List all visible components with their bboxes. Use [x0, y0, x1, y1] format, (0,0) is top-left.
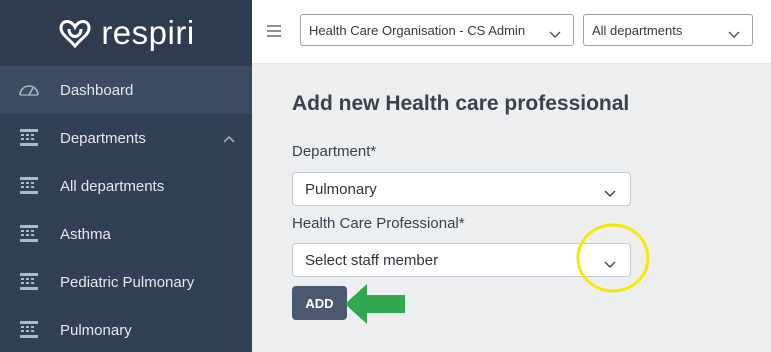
hamburger-menu-icon[interactable] [267, 24, 281, 37]
chevron-down-icon [549, 26, 561, 38]
organisation-select-value: Health Care Organisation - CS Admin [309, 22, 526, 38]
sidebar-item-pediatric-pulmonary[interactable]: Pediatric Pulmonary [0, 258, 252, 306]
sidebar-item-pulmonary[interactable]: Pulmonary [0, 306, 252, 352]
department-select-value: Pulmonary [305, 180, 377, 198]
building-icon [18, 320, 40, 340]
building-icon [18, 128, 40, 148]
building-icon [18, 224, 40, 244]
sidebar-item-departments[interactable]: Departments [0, 114, 252, 162]
department-select[interactable]: Pulmonary [292, 172, 631, 206]
add-button[interactable]: ADD [292, 286, 347, 320]
topbar: Health Care Organisation - CS Admin All … [252, 0, 771, 64]
speedometer-icon [18, 80, 40, 100]
sidebar-item-asthma[interactable]: Asthma [0, 210, 252, 258]
organisation-select[interactable]: Health Care Organisation - CS Admin [300, 14, 574, 46]
sidebar-item-dashboard[interactable]: Dashboard [0, 66, 252, 114]
respiri-logo-icon [57, 17, 93, 49]
sidebar-item-label: Dashboard [60, 81, 134, 99]
building-icon [18, 272, 40, 292]
hcp-label: Health Care Professional* [292, 215, 465, 232]
sidebar-item-label: Asthma [60, 225, 111, 243]
sidebar-item-label: Pulmonary [60, 321, 132, 339]
brand-name: respiri [101, 14, 195, 51]
department-label: Department* [292, 143, 377, 160]
sidebar-item-label: Departments [60, 129, 146, 147]
department-filter-value: All departments [592, 22, 683, 38]
chevron-down-icon[interactable] [604, 256, 616, 268]
main-content: Add new Health care professional Departm… [252, 65, 771, 352]
chevron-up-icon[interactable] [222, 131, 236, 143]
sidebar-item-label: All departments [60, 177, 165, 195]
building-icon [18, 176, 40, 196]
department-filter-select[interactable]: All departments [583, 14, 753, 46]
sidebar-item-label: Pediatric Pulmonary [60, 273, 195, 291]
sidebar-item-all-departments[interactable]: All departments [0, 162, 252, 210]
page-title: Add new Health care professional [292, 92, 630, 115]
chevron-down-icon [604, 185, 616, 197]
staff-member-select[interactable]: Select staff member [292, 243, 631, 277]
chevron-down-icon [728, 26, 740, 38]
sidebar: respiri Dashboard Departments All depart… [0, 0, 252, 352]
brand[interactable]: respiri [0, 0, 252, 66]
staff-member-placeholder: Select staff member [305, 251, 439, 269]
